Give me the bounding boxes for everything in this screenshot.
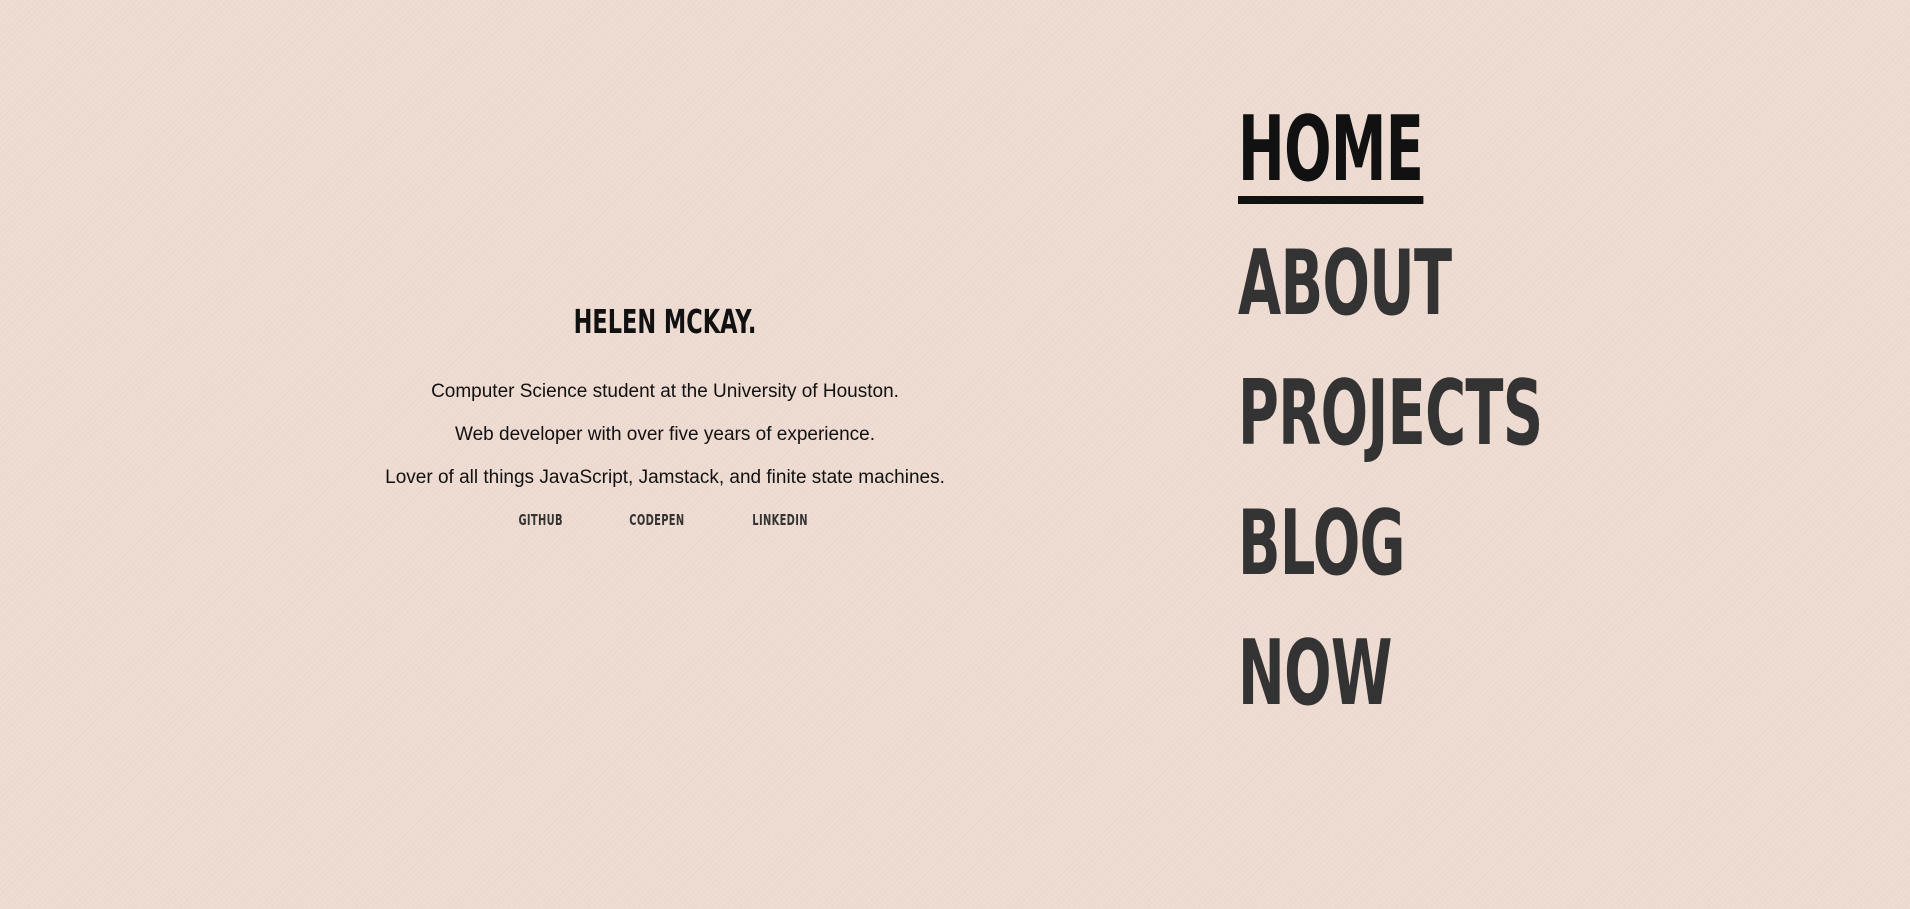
nav-link-home[interactable]: Home xyxy=(1238,104,1424,204)
site-owner-name: Helen McKay. xyxy=(573,302,757,341)
nav-item-now: Now xyxy=(1238,624,1729,754)
nav-item-blog: Blog xyxy=(1238,494,1729,624)
nav-item-about: About xyxy=(1238,234,1729,364)
nav-link-projects[interactable]: Projects xyxy=(1238,364,1543,464)
nav-item-home: Home xyxy=(1238,104,1729,234)
linkedin-link[interactable]: LinkedIn xyxy=(753,511,809,529)
nav-link-now[interactable]: Now xyxy=(1238,624,1392,724)
github-link[interactable]: Github xyxy=(519,511,563,529)
codepen-link[interactable]: Codepen xyxy=(629,511,684,529)
intro-line-interests: Lover of all things JavaScript, Jamstack… xyxy=(385,467,945,488)
nav-link-blog[interactable]: Blog xyxy=(1238,494,1405,594)
intro-line-education: Computer Science student at the Universi… xyxy=(431,381,899,402)
nav-item-projects: Projects xyxy=(1238,364,1729,494)
intro-section: Helen McKay. Computer Science student at… xyxy=(340,300,990,529)
intro-line-experience: Web developer with over five years of ex… xyxy=(455,424,875,445)
nav-link-about[interactable]: About xyxy=(1238,234,1452,334)
nav-list: Home About Projects Blog Now xyxy=(1238,104,1729,754)
social-links: Github Codepen LinkedIn xyxy=(340,511,990,529)
